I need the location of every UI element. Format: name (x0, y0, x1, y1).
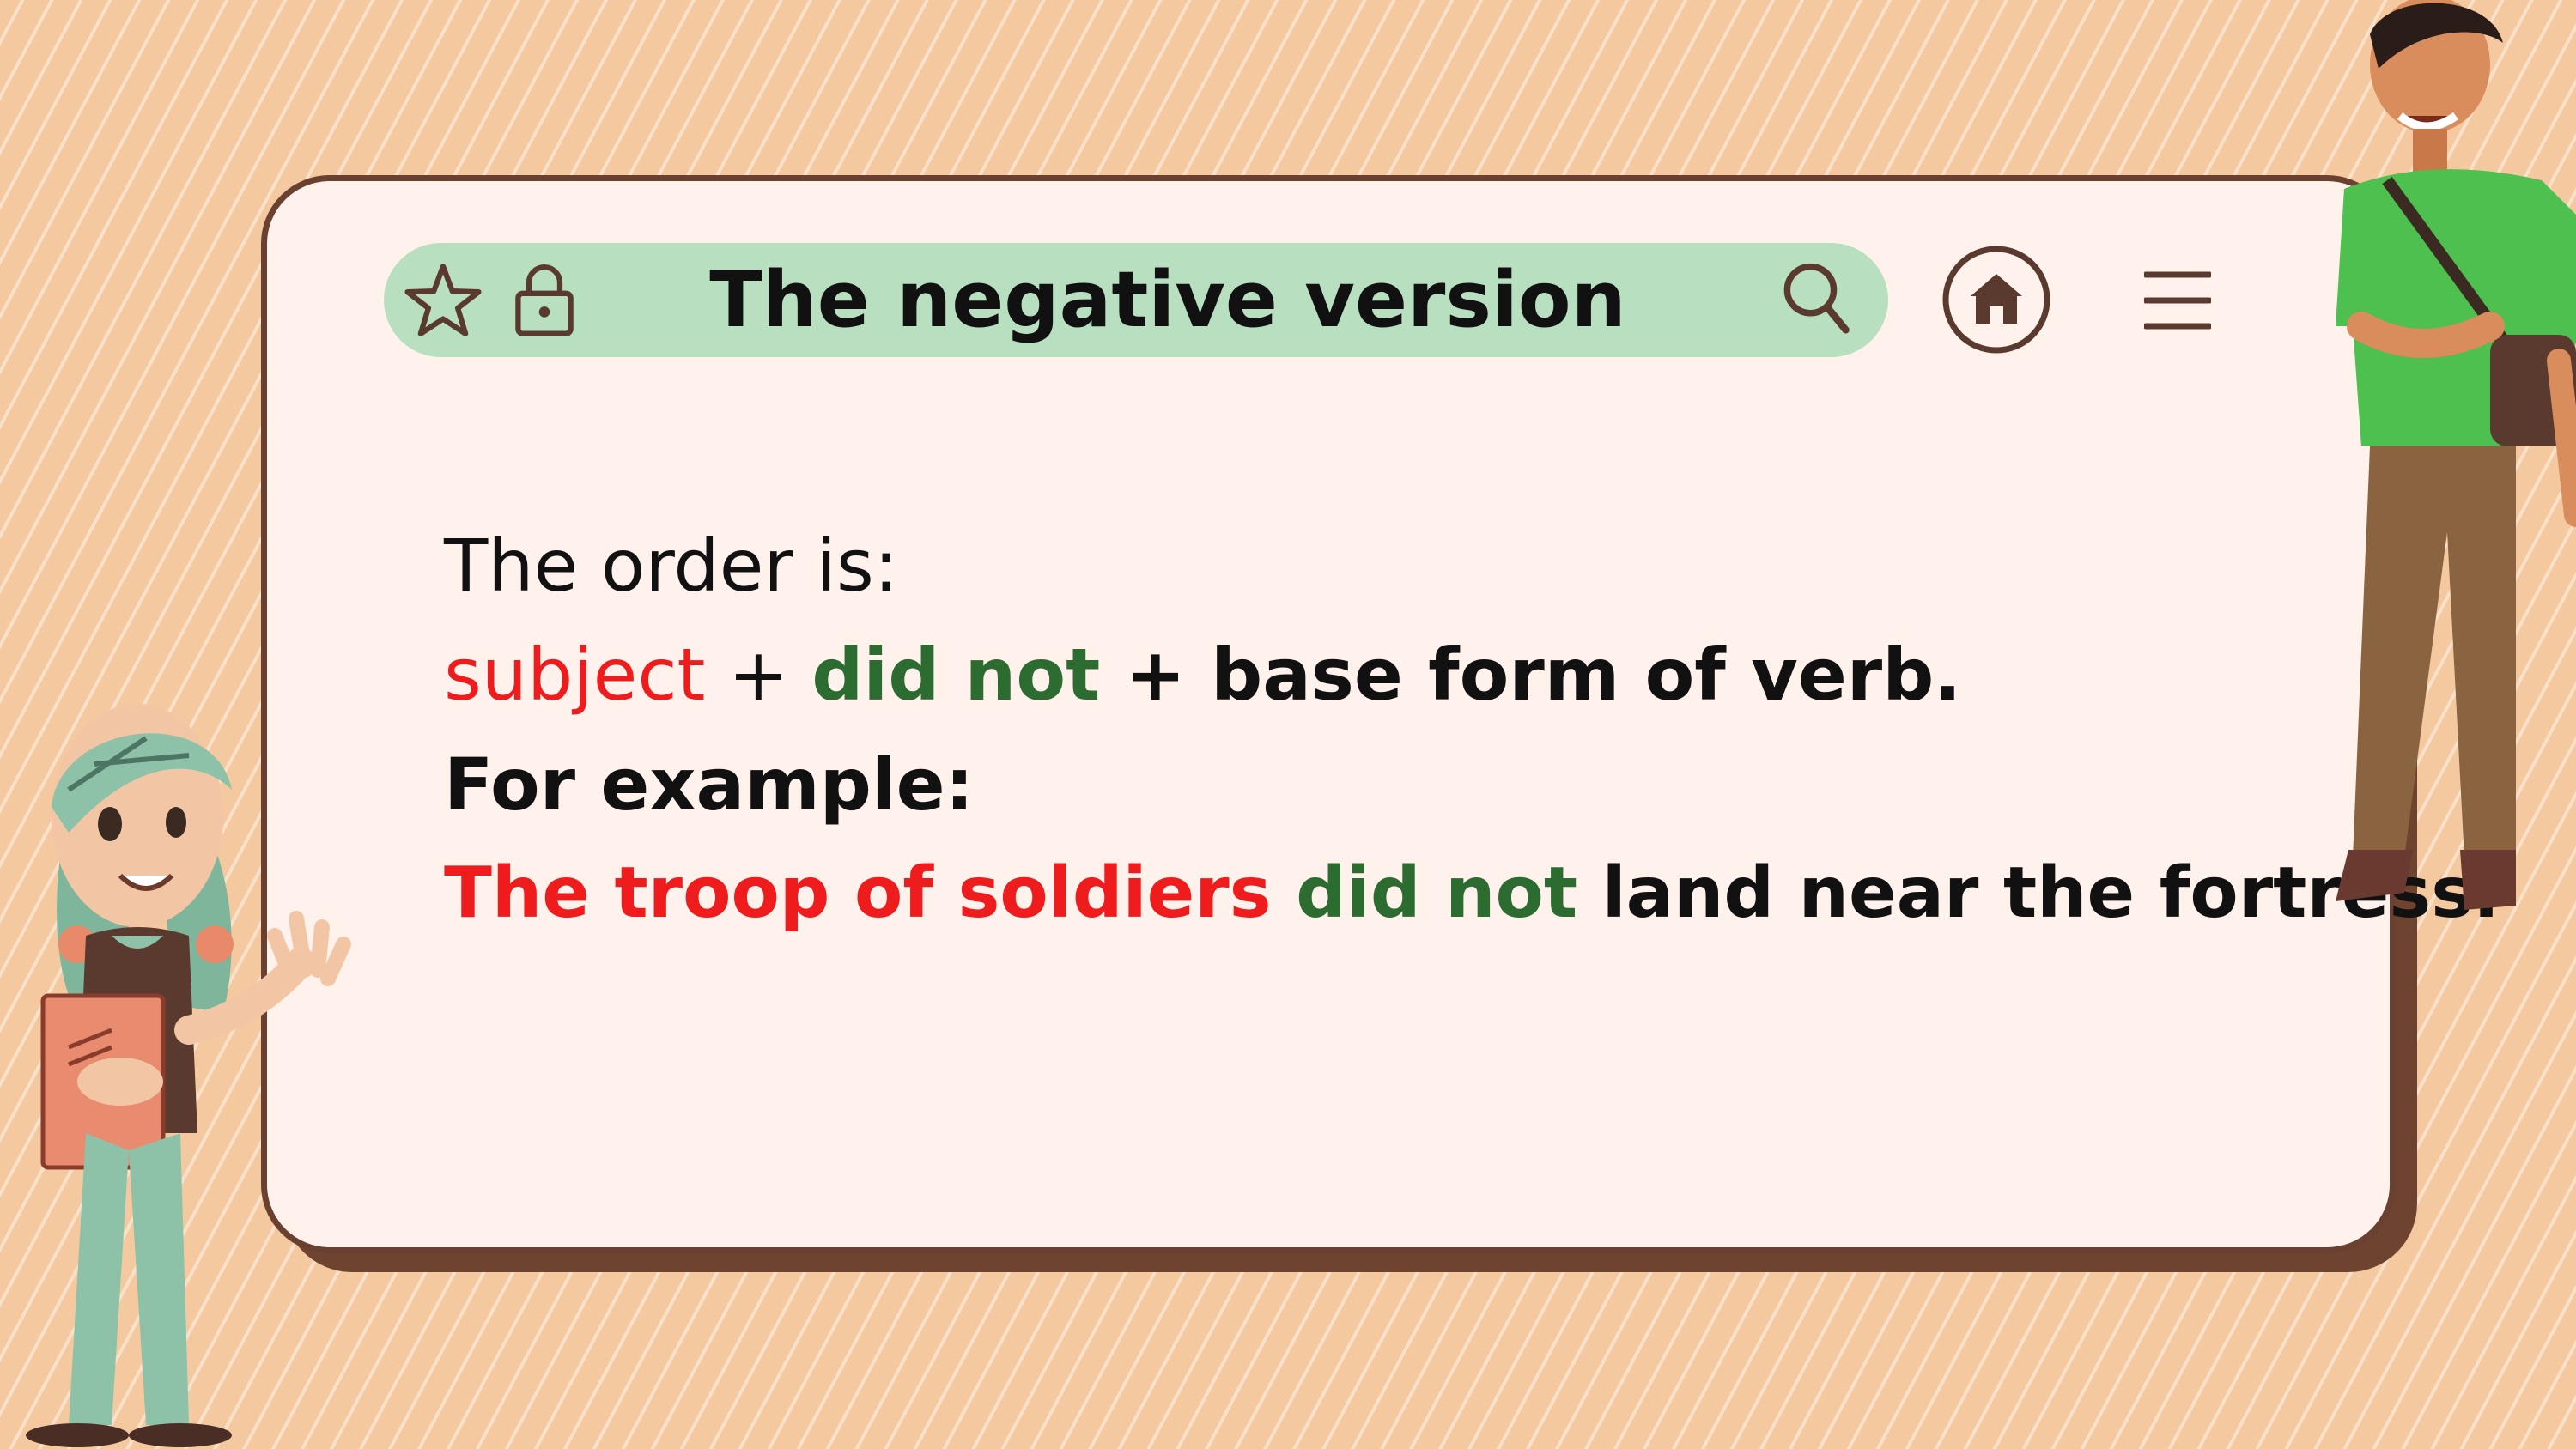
hamburger-menu-icon[interactable] (2144, 266, 2211, 335)
plus-sign: + (705, 633, 812, 717)
subject-term: subject (444, 633, 706, 717)
rule-rest: + base form of verb. (1100, 633, 1962, 717)
girl-illustration (17, 687, 429, 1449)
page-title: The negative version (709, 255, 1626, 345)
star-icon[interactable] (404, 262, 483, 339)
example-did-not: did not (1296, 852, 1578, 934)
home-icon[interactable] (1941, 245, 2051, 355)
did-not-term: did not (811, 633, 1101, 717)
order-heading: The order is: (444, 524, 899, 608)
boy-illustration (2318, 0, 2576, 919)
lock-icon[interactable] (513, 260, 575, 339)
example-subject: The troop of soldiers (444, 852, 1272, 934)
rule-line: subject + did not + base form of verb. (444, 633, 1961, 717)
example-heading: For example: (444, 743, 975, 827)
example-sentence: The troop of soldiers did not land near … (444, 852, 2500, 934)
search-icon[interactable] (1780, 259, 1852, 336)
